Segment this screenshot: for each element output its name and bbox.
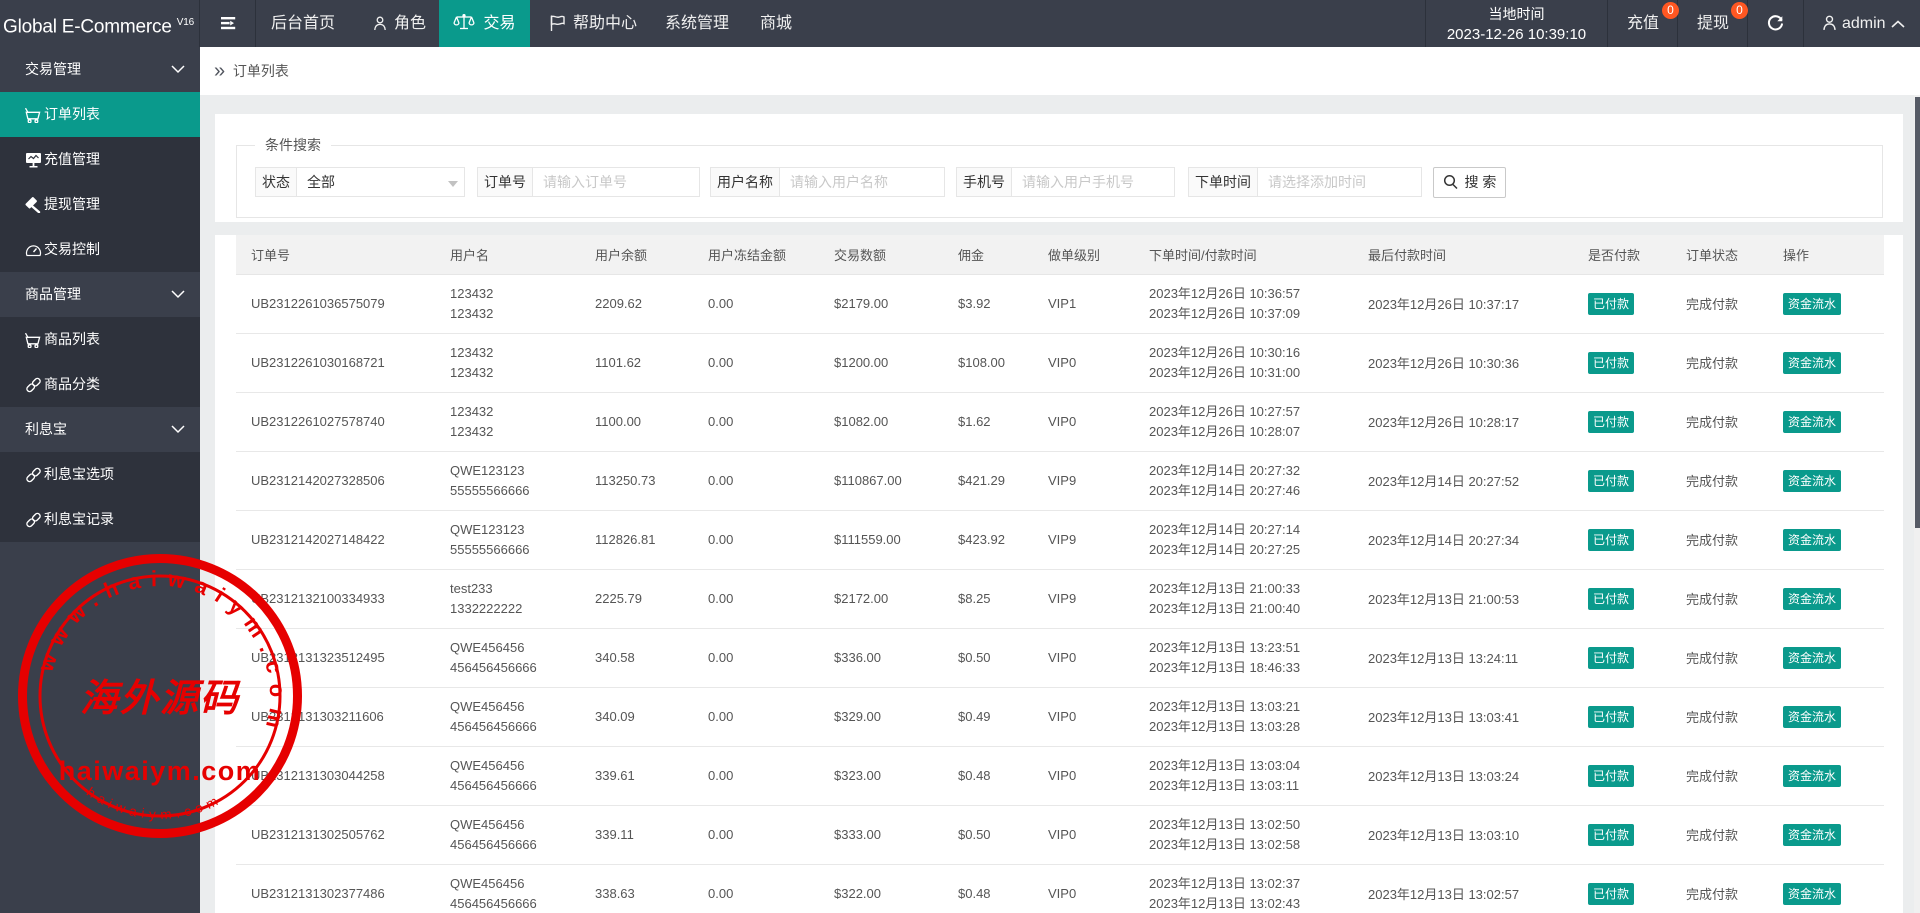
svg-text:海外源码: 海外源码: [80, 678, 241, 720]
svg-text:haiwaiym.com: haiwaiym.com: [59, 756, 262, 786]
svg-text:haiwaiym.com: haiwaiym.com: [84, 784, 225, 822]
